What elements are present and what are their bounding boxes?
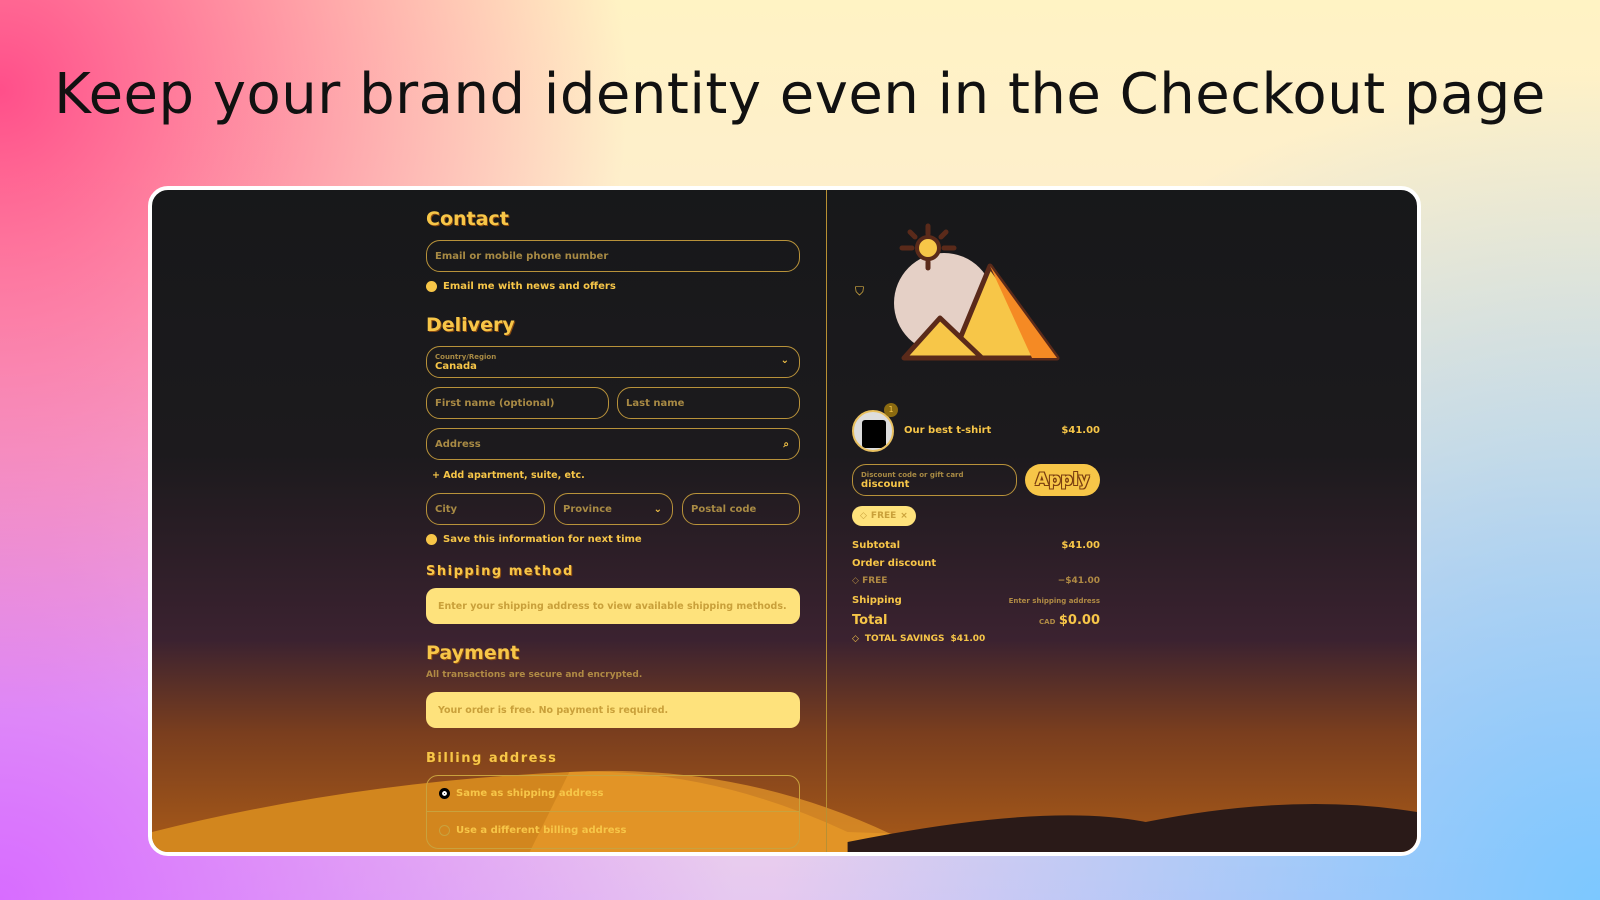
postal-code-input[interactable]: Postal code [682, 493, 800, 525]
shipping-row: Shipping Enter shipping address [852, 595, 1100, 606]
province-placeholder: Province [563, 503, 612, 515]
quantity-badge: 1 [884, 403, 898, 417]
add-apartment-link[interactable]: + Add apartment, suite, etc. [432, 470, 585, 481]
delivery-heading: Delivery [426, 314, 515, 336]
discount-label: Discount code or gift card [861, 470, 964, 479]
shipping-heading: Shipping method [426, 564, 574, 579]
discount-code-row: ◇ FREE −$41.00 [852, 576, 1100, 586]
discount-amount: −$41.00 [1057, 576, 1100, 586]
payment-note: Your order is free. No payment is requir… [426, 692, 800, 728]
discount-value: discount [861, 478, 910, 490]
subtotal-value: $41.00 [1061, 540, 1100, 551]
discount-input[interactable]: Discount code or gift card discount [852, 464, 1017, 496]
search-icon: ⌕ [783, 438, 789, 450]
chevron-down-icon: ⌄ [653, 503, 662, 515]
first-name-input[interactable]: First name (optional) [426, 387, 609, 419]
radio-icon [439, 824, 450, 836]
product-price: $41.00 [1061, 425, 1100, 436]
billing-options: Same as shipping address Use a different… [426, 775, 800, 849]
pyramids-logo [894, 223, 1060, 361]
order-discount-label: Order discount [852, 558, 937, 569]
country-value: Canada [435, 360, 477, 372]
payment-subtitle: All transactions are secure and encrypte… [426, 670, 643, 680]
address-input[interactable]: Address ⌕ [426, 428, 800, 460]
billing-option-same[interactable]: Same as shipping address [427, 776, 799, 812]
tag-icon: ◇ [852, 576, 863, 586]
currency: CAD [1039, 618, 1056, 626]
shipping-note: Enter your shipping address to view avai… [426, 588, 800, 624]
tag-icon: ◇ [860, 511, 867, 521]
order-discount-row: Order discount [852, 558, 1100, 569]
billing-option-label: Use a different billing address [456, 824, 627, 836]
country-select[interactable]: Country/Region Canada ⌄ [426, 346, 800, 378]
billing-option-different[interactable]: Use a different billing address [427, 812, 799, 848]
subtotal-label: Subtotal [852, 540, 901, 551]
product-name: Our best t-shirt [904, 425, 992, 436]
subtotal-row: Subtotal $41.00 [852, 540, 1100, 551]
total-savings: ◇ TOTAL SAVINGS $41.00 [852, 634, 985, 644]
radio-selected-icon [439, 788, 450, 799]
tshirt-icon [862, 420, 886, 448]
savings-value: $41.00 [950, 634, 986, 644]
payment-heading: Payment [426, 642, 520, 664]
save-info-label: Save this information for next time [443, 534, 642, 545]
billing-option-label: Same as shipping address [456, 788, 604, 799]
cart-bag-icon[interactable]: ⛉ [855, 284, 864, 299]
shipping-value: Enter shipping address [1008, 596, 1100, 605]
check-icon [426, 281, 437, 292]
country-label: Country/Region [435, 352, 497, 361]
billing-heading: Billing address [426, 751, 558, 766]
chevron-down-icon: ⌄ [780, 355, 789, 366]
newsletter-checkbox[interactable]: Email me with news and offers [426, 281, 616, 292]
city-input[interactable]: City [426, 493, 545, 525]
total-label: Total [852, 613, 888, 628]
headline: Keep your brand identity even in the Che… [54, 62, 1546, 127]
discount-code: ◇ FREE [852, 576, 888, 586]
checkout-screenshot: Contact Email or mobile phone number Ema… [148, 186, 1421, 856]
applied-code: FREE [870, 511, 897, 521]
savings-label: TOTAL SAVINGS [864, 634, 945, 644]
check-icon [426, 534, 437, 545]
total-row: Total CAD $0.00 [852, 613, 1100, 628]
contact-heading: Contact [426, 208, 509, 230]
newsletter-label: Email me with news and offers [443, 281, 616, 292]
last-name-input[interactable]: Last name [617, 387, 800, 419]
applied-discount-tag: ◇ FREE × [852, 506, 916, 526]
province-select[interactable]: Province ⌄ [554, 493, 673, 525]
apply-button[interactable]: Apply [1025, 464, 1100, 496]
column-divider [826, 190, 827, 852]
email-input[interactable]: Email or mobile phone number [426, 240, 800, 272]
remove-discount-icon[interactable]: × [900, 511, 908, 521]
tag-icon: ◇ [852, 634, 859, 644]
total-value: $0.00 [1058, 613, 1100, 628]
shipping-label: Shipping [852, 595, 902, 606]
address-placeholder: Address [435, 438, 481, 450]
save-info-checkbox[interactable]: Save this information for next time [426, 534, 642, 545]
